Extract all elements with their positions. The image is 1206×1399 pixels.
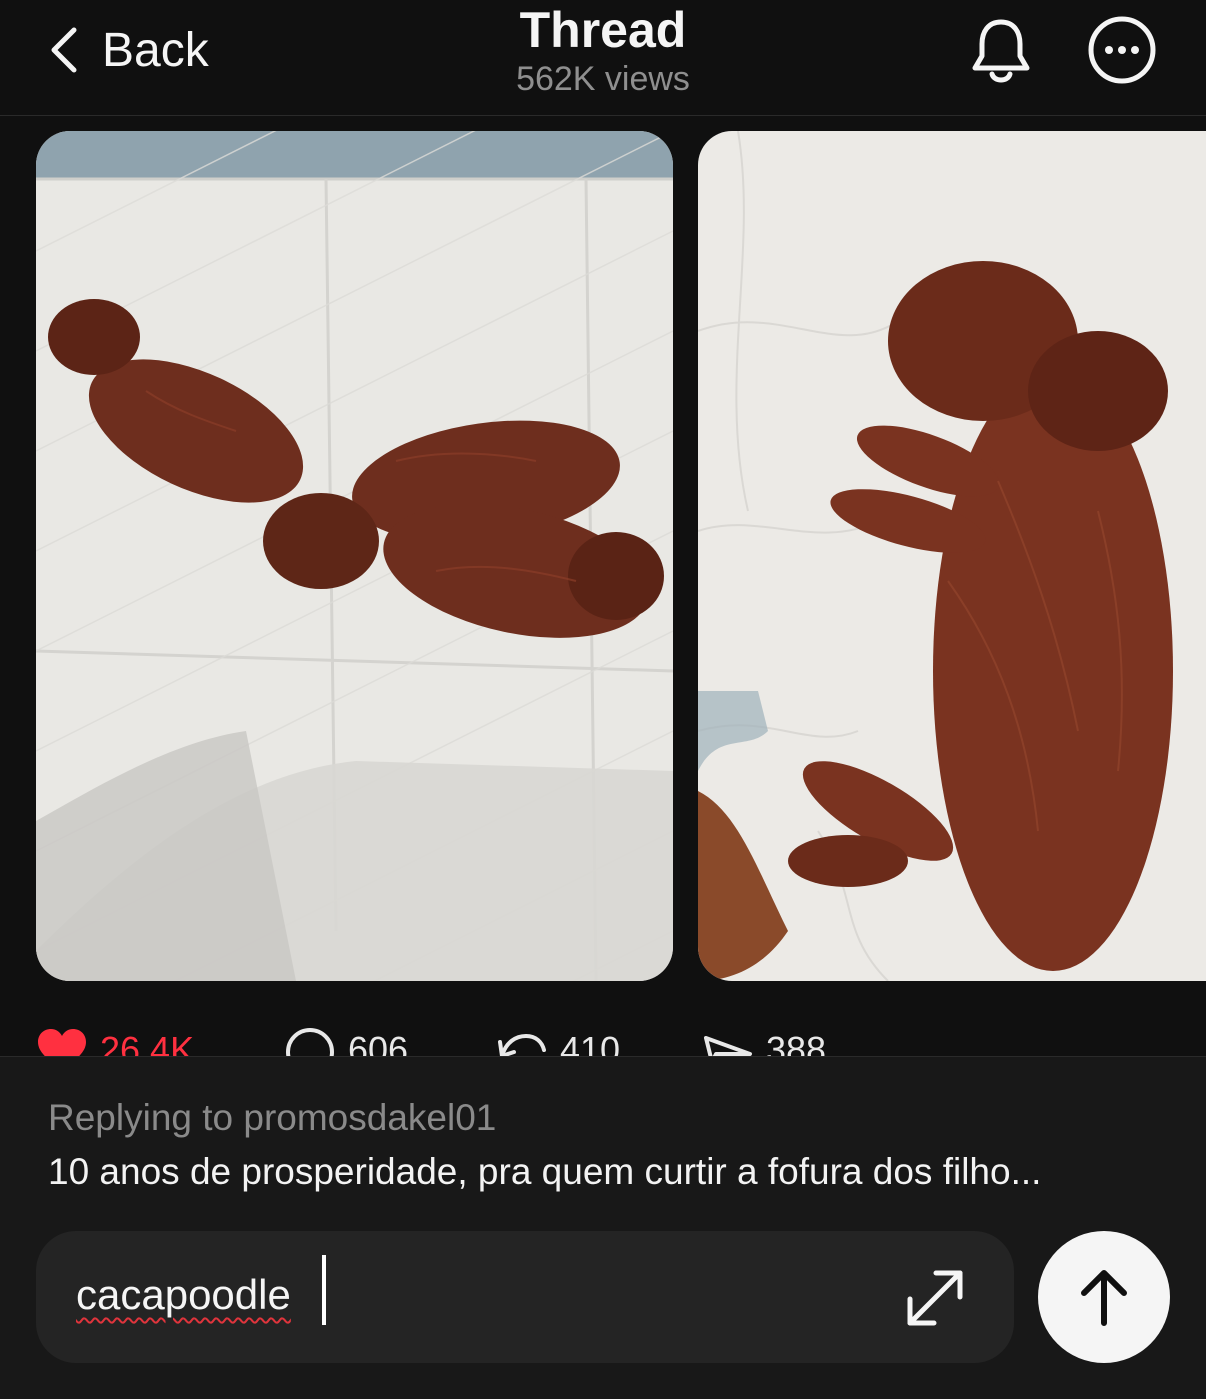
text-caret [322, 1255, 326, 1325]
chevron-left-icon [51, 27, 77, 73]
arrow-up-icon [1081, 1270, 1127, 1326]
post-image-2[interactable] [698, 131, 1206, 981]
comment-button[interactable]: 606 [284, 1028, 408, 1056]
reply-composer: Replying to promosdakel01 10 anos de pro… [0, 1056, 1206, 1399]
photo-sleeping-puppy-icon [698, 131, 1206, 981]
back-label: Back [102, 23, 209, 77]
bell-icon[interactable] [968, 16, 1034, 86]
original-post-snippet: 10 anos de prosperidade, pra quem curtir… [48, 1151, 1042, 1192]
repost-count: 410 [560, 1029, 621, 1056]
like-button[interactable]: 26.4K [36, 1028, 194, 1056]
repost-button[interactable]: 410 [496, 1028, 620, 1056]
reply-draft-text[interactable]: cacapoodle [76, 1271, 291, 1319]
top-bar: Back Thread 562K views [0, 0, 1206, 116]
send-button[interactable] [1038, 1231, 1170, 1363]
reply-input[interactable]: cacapoodle [36, 1231, 1014, 1363]
heart-filled-icon [38, 1029, 86, 1056]
comment-bubble-icon [286, 1028, 334, 1056]
like-count: 26.4K [100, 1029, 195, 1056]
media-carousel[interactable] [0, 116, 1206, 996]
share-button[interactable]: 388 [702, 1028, 826, 1056]
page-title: Thread [519, 2, 687, 58]
title-block: Thread 562K views [403, 0, 803, 100]
back-button[interactable]: Back [44, 22, 209, 78]
expand-icon[interactable] [902, 1265, 968, 1331]
comment-count: 606 [348, 1029, 409, 1056]
replying-to-label: Replying to promosdakel01 [48, 1097, 497, 1138]
send-plane-icon [704, 1036, 752, 1056]
photo-three-puppies-icon [36, 131, 673, 981]
repost-icon [498, 1033, 546, 1056]
view-count: 562K views [516, 60, 690, 98]
share-count: 388 [766, 1029, 827, 1056]
post-actions: 26.4K 606 410 388 [0, 1020, 1206, 1056]
post-image-1[interactable] [36, 131, 673, 981]
more-options-icon[interactable] [1086, 14, 1158, 86]
